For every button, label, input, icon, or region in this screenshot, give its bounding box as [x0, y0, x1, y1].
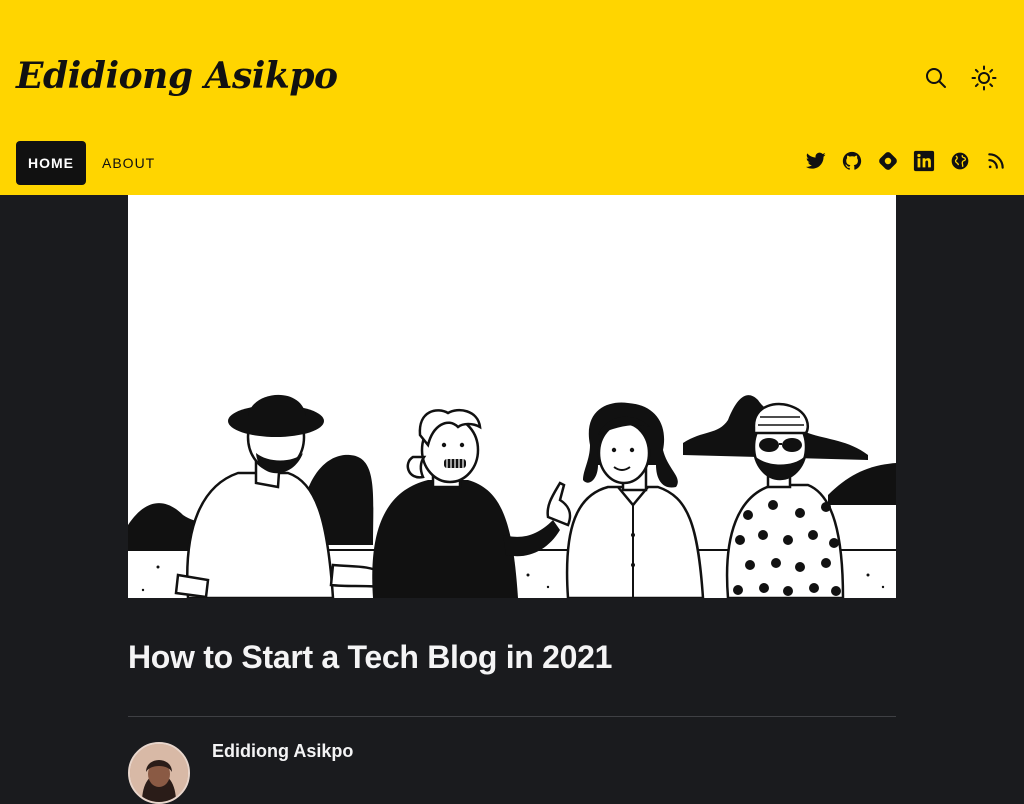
author-name[interactable]: Edidiong Asikpo [212, 739, 353, 763]
nav-about[interactable]: ABOUT [90, 141, 167, 185]
divider [128, 716, 896, 717]
rss-icon[interactable] [984, 149, 1008, 173]
search-icon[interactable] [920, 62, 952, 94]
sun-icon[interactable] [968, 62, 1000, 94]
people-illustration [128, 394, 896, 598]
globe-icon[interactable] [948, 149, 972, 173]
site-title[interactable]: Edidiong Asikpo [16, 50, 338, 102]
github-icon[interactable] [840, 149, 864, 173]
author-avatar[interactable] [128, 742, 190, 804]
linkedin-icon[interactable] [912, 149, 936, 173]
social-links [804, 148, 1008, 174]
hashnode-icon[interactable] [876, 149, 900, 173]
main-nav: HOME ABOUT [16, 141, 167, 185]
hero-illustration [128, 195, 896, 598]
twitter-icon[interactable] [804, 149, 828, 173]
person-3 [565, 402, 705, 598]
post-title[interactable]: How to Start a Tech Blog in 2021 [128, 630, 612, 684]
nav-home[interactable]: HOME [16, 141, 86, 185]
site-header: Edidiong Asikpo HOME ABOUT [0, 0, 1024, 195]
